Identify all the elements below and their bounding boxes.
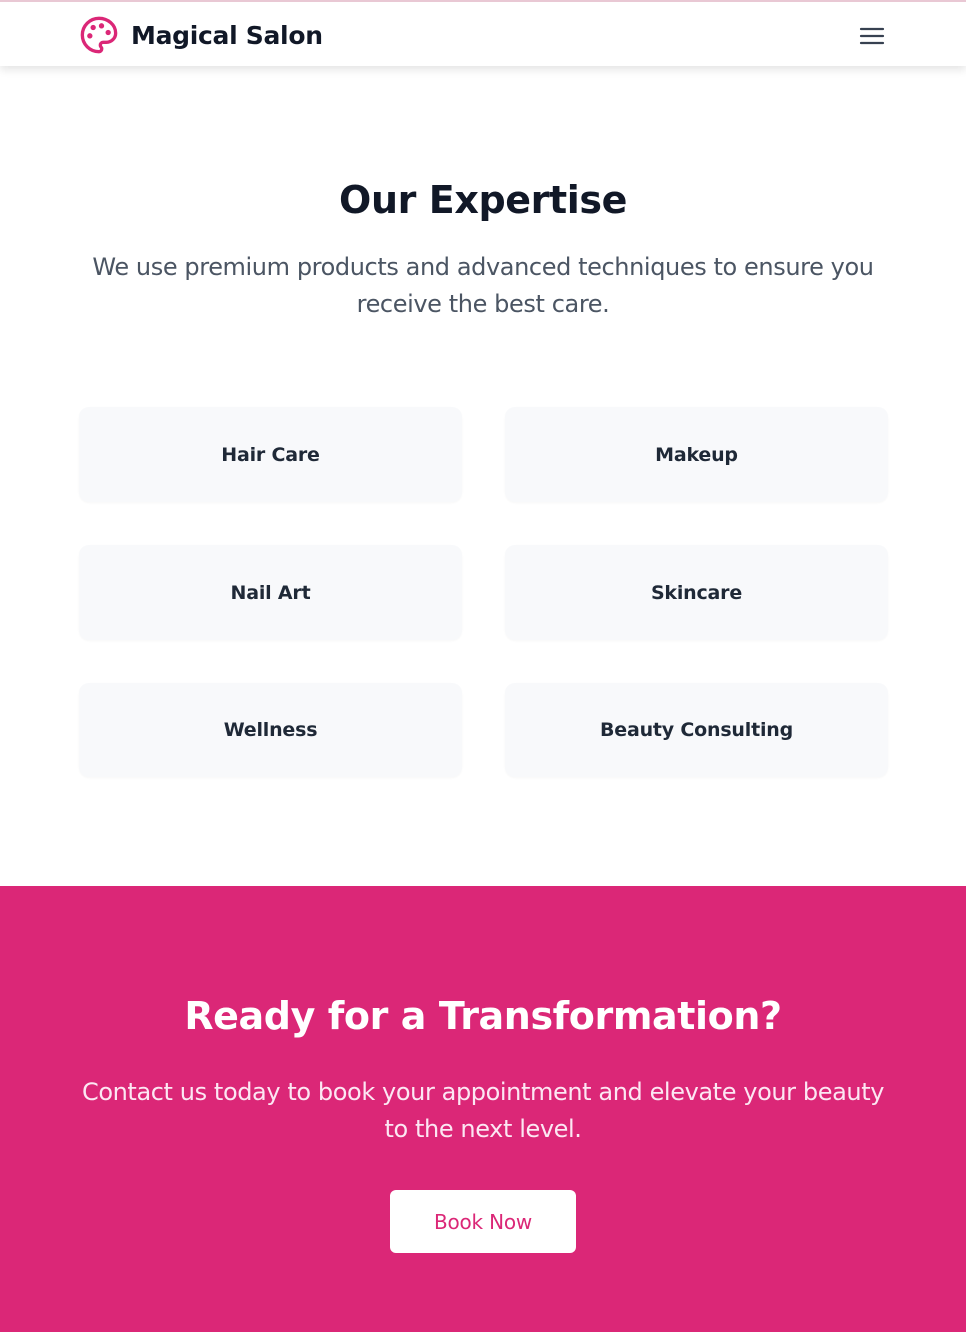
service-label: Makeup [655, 443, 738, 466]
service-label: Nail Art [230, 581, 311, 604]
brand-name: Magical Salon [131, 20, 323, 50]
service-card-skincare[interactable]: Skincare [505, 545, 888, 640]
cta-description: Contact us today to book your appointmen… [81, 1078, 885, 1143]
services-grid: Hair Care Makeup Nail Art Skincare Welln… [79, 407, 888, 777]
service-label: Skincare [650, 581, 743, 604]
site-header: Magical Salon [0, 0, 966, 66]
service-label: Hair Care [221, 443, 320, 466]
service-card-beauty-consulting[interactable]: Beauty Consulting [505, 683, 888, 777]
cta-title: Ready for a Transformation? [184, 994, 782, 1038]
service-label: Wellness [223, 719, 318, 741]
palette-icon [79, 15, 119, 55]
expertise-title: Our Expertise [339, 178, 627, 222]
page: Magical Salon Our Expertise We use premi… [0, 0, 966, 1332]
service-card-hair-care[interactable]: Hair Care [79, 407, 462, 502]
hamburger-menu-icon [858, 24, 886, 48]
service-label: Beauty Consulting [600, 719, 793, 741]
cta-section: Ready for a Transformation? Contact us t… [0, 886, 966, 1332]
service-card-wellness[interactable]: Wellness [79, 683, 462, 777]
book-now-button[interactable]: Book Now [390, 1190, 576, 1253]
expertise-section: Our Expertise We use premium products an… [0, 66, 966, 886]
service-card-nail-art[interactable]: Nail Art [79, 545, 462, 640]
menu-toggle-button[interactable] [856, 20, 888, 52]
expertise-description: We use premium products and advanced tec… [92, 253, 874, 318]
service-card-makeup[interactable]: Makeup [505, 407, 888, 502]
brand-link[interactable]: Magical Salon [79, 15, 323, 55]
